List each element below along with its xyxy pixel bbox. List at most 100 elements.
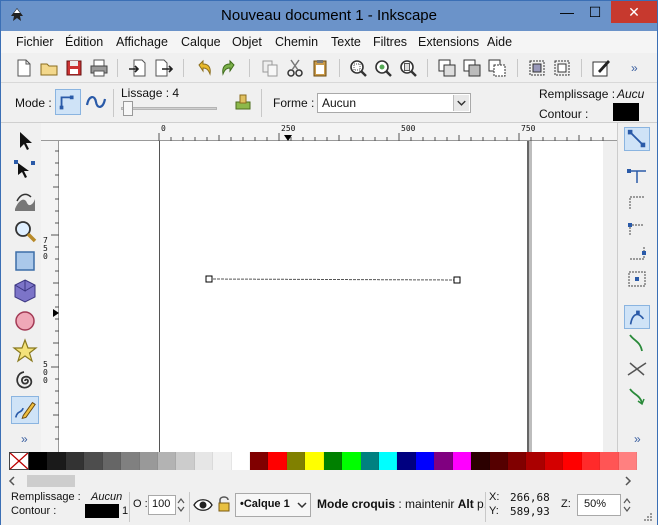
palette-swatch[interactable] — [618, 452, 637, 470]
status-stroke-swatch[interactable] — [85, 504, 119, 518]
palette-swatch[interactable] — [323, 452, 343, 470]
unlink-clone-icon[interactable] — [486, 57, 508, 79]
ungroup-icon[interactable] — [551, 57, 573, 79]
paste-icon[interactable] — [309, 57, 331, 79]
selector-tool-icon[interactable] — [11, 127, 39, 155]
snap-bbox-corner-icon[interactable] — [624, 215, 650, 239]
opacity-input[interactable]: 100 — [148, 495, 176, 515]
export-icon[interactable] — [152, 57, 174, 79]
group-icon[interactable] — [526, 57, 548, 79]
palette-swatch[interactable] — [157, 452, 177, 470]
menu-fichier[interactable]: Fichier — [16, 35, 54, 49]
palette-swatch[interactable] — [268, 452, 287, 470]
snap-nodes-icon[interactable] — [624, 305, 650, 329]
palette-swatch[interactable] — [286, 452, 306, 470]
vertical-scrollbar[interactable] — [603, 141, 617, 452]
zoom-selection-icon[interactable] — [347, 57, 369, 79]
palette-swatch[interactable] — [434, 452, 453, 470]
drawing-canvas[interactable] — [59, 141, 617, 452]
pencil-tool-icon[interactable] — [11, 396, 39, 424]
open-folder-icon[interactable] — [38, 57, 60, 79]
ellipse-tool-icon[interactable] — [11, 307, 39, 335]
resize-grip-icon[interactable] — [641, 510, 653, 522]
chevron-down-icon[interactable] — [296, 498, 308, 512]
no-paint-swatch-icon[interactable] — [9, 452, 29, 470]
snap-bbox-center-icon[interactable] — [624, 267, 650, 291]
snap-toolbar-overflow-icon[interactable]: » — [634, 432, 641, 446]
palette-swatch[interactable] — [47, 452, 66, 470]
bezier-mode-icon[interactable] — [55, 89, 81, 115]
palette-swatch[interactable] — [231, 452, 251, 470]
stroke-color-swatch[interactable] — [613, 103, 639, 121]
palette-swatch[interactable] — [507, 452, 527, 470]
menu-texte[interactable]: Texte — [331, 35, 361, 49]
clone-icon[interactable] — [461, 57, 483, 79]
palette-swatch[interactable] — [489, 452, 508, 470]
new-document-icon[interactable] — [13, 57, 35, 79]
horizontal-scroll-thumb[interactable] — [27, 475, 75, 487]
palette-swatch[interactable] — [194, 452, 214, 470]
snap-enable-icon[interactable] — [624, 127, 650, 151]
toolbox-overflow-icon[interactable]: » — [21, 432, 28, 446]
close-button[interactable]: ✕ — [611, 1, 657, 23]
snap-bbox-edge-icon[interactable] — [624, 189, 650, 213]
spiro-mode-icon[interactable] — [83, 89, 109, 115]
minimize-button[interactable]: — — [553, 1, 581, 23]
smoothing-slider-thumb[interactable] — [123, 101, 133, 116]
layer-lock-icon[interactable] — [217, 495, 231, 513]
palette-swatch[interactable] — [305, 452, 324, 470]
snap-cusp-nodes-icon[interactable] — [624, 383, 650, 407]
duplicate-icon[interactable] — [436, 57, 458, 79]
palette-swatch[interactable] — [139, 452, 158, 470]
import-icon[interactable] — [127, 57, 149, 79]
copy-icon[interactable] — [259, 57, 281, 79]
scroll-left-icon[interactable] — [7, 476, 17, 486]
print-icon[interactable] — [88, 57, 110, 79]
3d-box-tool-icon[interactable] — [11, 277, 39, 305]
snap-paths-icon[interactable] — [624, 331, 650, 355]
scroll-right-icon[interactable] — [623, 476, 633, 486]
palette-swatch[interactable] — [600, 452, 619, 470]
palette-swatch[interactable] — [65, 452, 85, 470]
palette-swatch[interactable] — [360, 452, 380, 470]
maximize-button[interactable]: ☐ — [581, 1, 609, 23]
zoom-input[interactable]: 50% — [577, 494, 621, 516]
layer-select[interactable]: •Calque 1 — [235, 493, 311, 517]
menu-filtres[interactable]: Filtres — [373, 35, 407, 49]
menu-edition[interactable]: Édition — [65, 35, 103, 49]
menu-extensions[interactable]: Extensions — [418, 35, 479, 49]
zoom-spinner-icon[interactable] — [623, 495, 631, 515]
node-tool-icon[interactable] — [11, 157, 39, 185]
palette-swatch[interactable] — [84, 452, 103, 470]
menu-chemin[interactable]: Chemin — [275, 35, 318, 49]
redo-icon[interactable] — [218, 57, 240, 79]
star-tool-icon[interactable] — [11, 337, 39, 365]
undo-icon[interactable] — [193, 57, 215, 79]
zoom-tool-icon[interactable] — [11, 217, 39, 245]
palette-swatch[interactable] — [526, 452, 545, 470]
horizontal-scrollbar[interactable] — [1, 472, 641, 490]
menu-calque[interactable]: Calque — [181, 35, 221, 49]
tweak-tool-icon[interactable] — [11, 187, 39, 215]
palette-swatch[interactable] — [471, 452, 490, 470]
chevron-down-icon[interactable] — [453, 95, 469, 111]
drawn-path[interactable] — [59, 141, 603, 452]
save-icon[interactable] — [63, 57, 85, 79]
layer-visibility-eye-icon[interactable] — [193, 496, 213, 514]
smoothing-slider-track[interactable] — [121, 107, 217, 110]
pressure-icon[interactable] — [233, 92, 253, 112]
fill-stroke-dialog-icon[interactable] — [590, 57, 612, 79]
palette-swatch[interactable] — [121, 452, 140, 470]
snap-intersections-icon[interactable] — [624, 357, 650, 381]
menu-affichage[interactable]: Affichage — [116, 35, 168, 49]
palette-swatch[interactable] — [102, 452, 122, 470]
palette-swatch[interactable] — [342, 452, 361, 470]
palette-swatch[interactable] — [581, 452, 601, 470]
zoom-drawing-icon[interactable] — [372, 57, 394, 79]
palette-swatch[interactable] — [397, 452, 416, 470]
palette-swatch[interactable] — [29, 452, 48, 470]
palette-swatch[interactable] — [563, 452, 582, 470]
palette-swatch[interactable] — [544, 452, 564, 470]
menu-objet[interactable]: Objet — [232, 35, 262, 49]
shape-select[interactable]: Aucun — [317, 93, 471, 113]
